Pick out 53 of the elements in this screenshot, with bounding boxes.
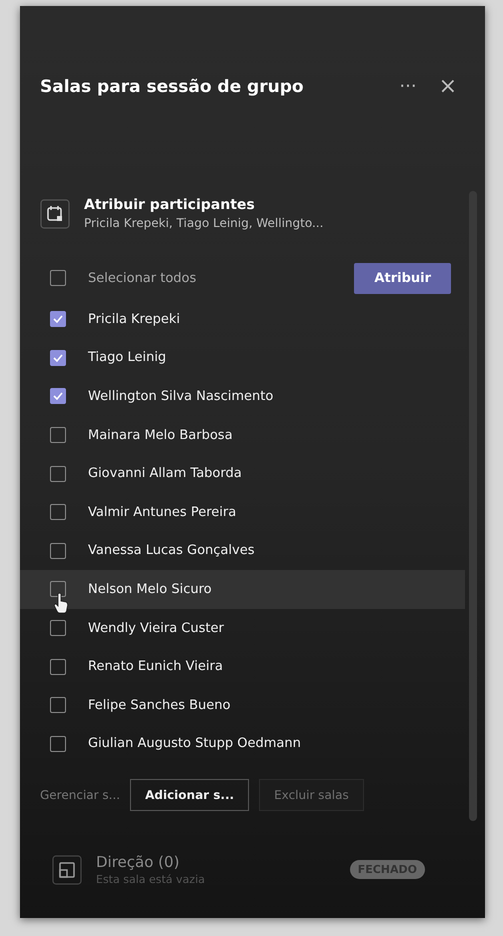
select-all-checkbox[interactable] — [50, 270, 66, 286]
participant-row[interactable]: Tiago Leinig — [20, 338, 465, 378]
participant-name: Vanessa Lucas Gonçalves — [88, 543, 254, 558]
participant-row[interactable]: Valmir Antunes Pereira — [20, 492, 465, 532]
participant-checkbox[interactable] — [50, 311, 66, 328]
assign-icon — [40, 198, 70, 228]
close-button[interactable]: × — [430, 74, 465, 99]
participant-checkbox[interactable] — [50, 350, 66, 366]
assign-subtitle: Pricila Krepeki, Tiago Leinig, Wellingto... — [84, 216, 324, 230]
participant-checkbox[interactable] — [50, 697, 66, 714]
participant-checkbox[interactable] — [50, 620, 66, 636]
participant-checkbox[interactable] — [50, 388, 66, 404]
participant-checkbox[interactable] — [50, 504, 66, 520]
participant-checkbox[interactable] — [50, 466, 66, 482]
manage-rooms-link[interactable]: Gerenciar s... — [40, 780, 120, 810]
participant-name: Tiago Leinig — [88, 350, 166, 366]
participant-name: Renato Eunich Vieira — [88, 659, 223, 674]
participant-name: Pricila Krepeki — [88, 312, 180, 327]
participant-name: Wellington Silva Nascimento — [88, 388, 274, 404]
participant-name: Mainara Melo Barbosa — [88, 428, 233, 443]
room-status: Esta sala está vazia — [96, 873, 206, 886]
participant-name: Nelson Melo Sicuro — [88, 582, 212, 597]
participant-name: Wendly Vieira Custer — [88, 620, 224, 636]
add-room-button[interactable]: Adicionar s... — [130, 779, 250, 812]
participant-checkbox[interactable] — [50, 427, 66, 444]
participant-row[interactable]: Pricila Krepeki — [20, 300, 465, 339]
participant-name: Valmir Antunes Pereira — [88, 504, 236, 520]
participant-row[interactable]: Renato Eunich Vieira — [20, 647, 465, 686]
select-all-label: Selecionar todos — [88, 270, 198, 286]
room-icon — [52, 854, 82, 885]
participant-row[interactable]: Wellington Silva Nascimento — [20, 377, 465, 416]
participant-checkbox[interactable] — [50, 736, 66, 752]
participant-checkbox[interactable] — [50, 542, 66, 559]
check-icon — [52, 313, 64, 326]
assign-button[interactable]: Atribuir — [354, 262, 451, 294]
participant-row[interactable]: Giulian Augusto Stupp Oedmann — [20, 724, 465, 764]
more-options-button[interactable]: ··· — [391, 76, 425, 97]
hand-cursor-icon — [53, 592, 69, 614]
check-icon — [52, 390, 64, 402]
scrollbar[interactable] — [469, 191, 477, 821]
participant-row[interactable]: Giovanni Allam Taborda — [20, 454, 465, 493]
check-icon — [52, 352, 64, 364]
assign-title: Atribuir participantes — [84, 197, 256, 213]
participant-row[interactable]: Mainara Melo Barbosa — [20, 416, 465, 454]
participant-row[interactable]: Felipe Sanches Bueno — [20, 686, 465, 725]
participant-row[interactable]: Vanessa Lucas Gonçalves — [20, 532, 465, 570]
participant-name: Felipe Sanches Bueno — [88, 698, 230, 713]
panel-title: Salas para sessão de grupo — [40, 76, 305, 96]
participant-name: Giovanni Allam Taborda — [88, 466, 242, 482]
participant-checkbox[interactable] — [50, 658, 66, 675]
participant-name: Giulian Augusto Stupp Oedmann — [88, 736, 301, 752]
participant-row[interactable]: Wendly Vieira Custer — [20, 608, 465, 648]
room-name: Direção (0) — [96, 853, 180, 872]
